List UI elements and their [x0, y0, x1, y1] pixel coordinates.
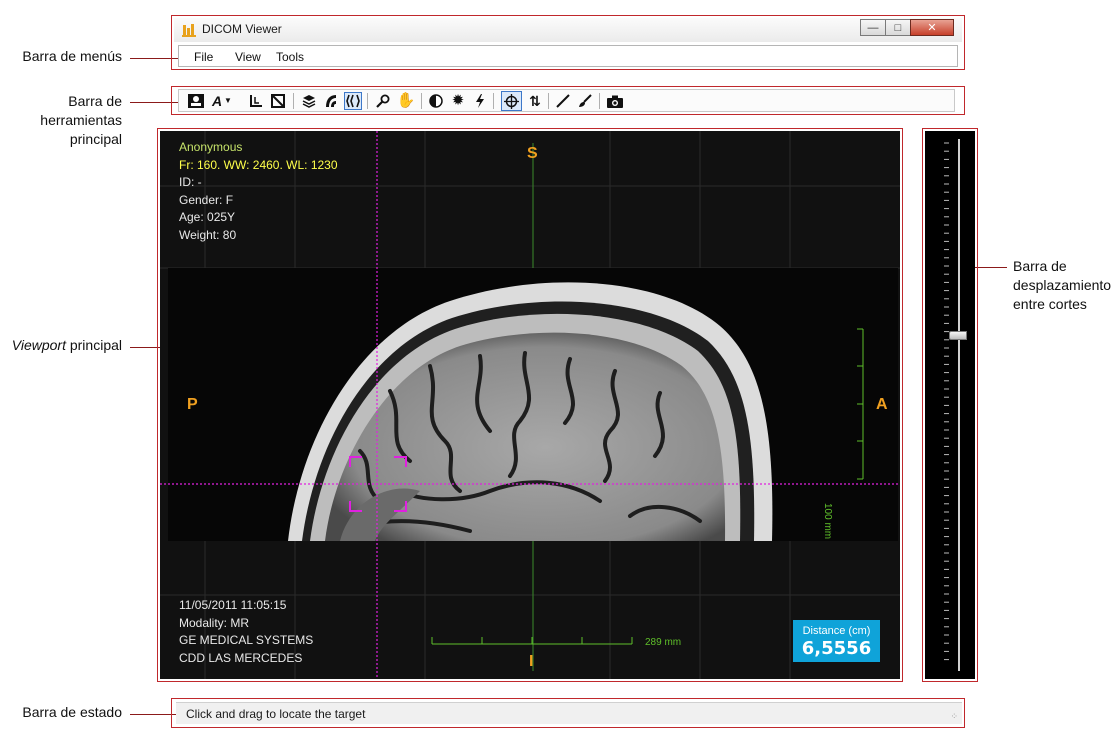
frame-statusbar [171, 698, 965, 728]
callout-slicebar-line [975, 267, 1007, 268]
frame-viewport [157, 128, 903, 682]
frame-slicebar [922, 128, 978, 682]
frame-window-header [171, 15, 965, 70]
callout-statusbar: Barra de estado [22, 704, 122, 720]
callout-slicebar: Barra de desplazamiento entre cortes [1013, 258, 1112, 312]
callout-toolbar: Barra de herramientas principal [40, 93, 122, 147]
frame-toolbar [171, 86, 965, 115]
callout-menubar: Barra de menús [22, 48, 122, 64]
callout-viewport: Viewport principal [11, 337, 122, 353]
